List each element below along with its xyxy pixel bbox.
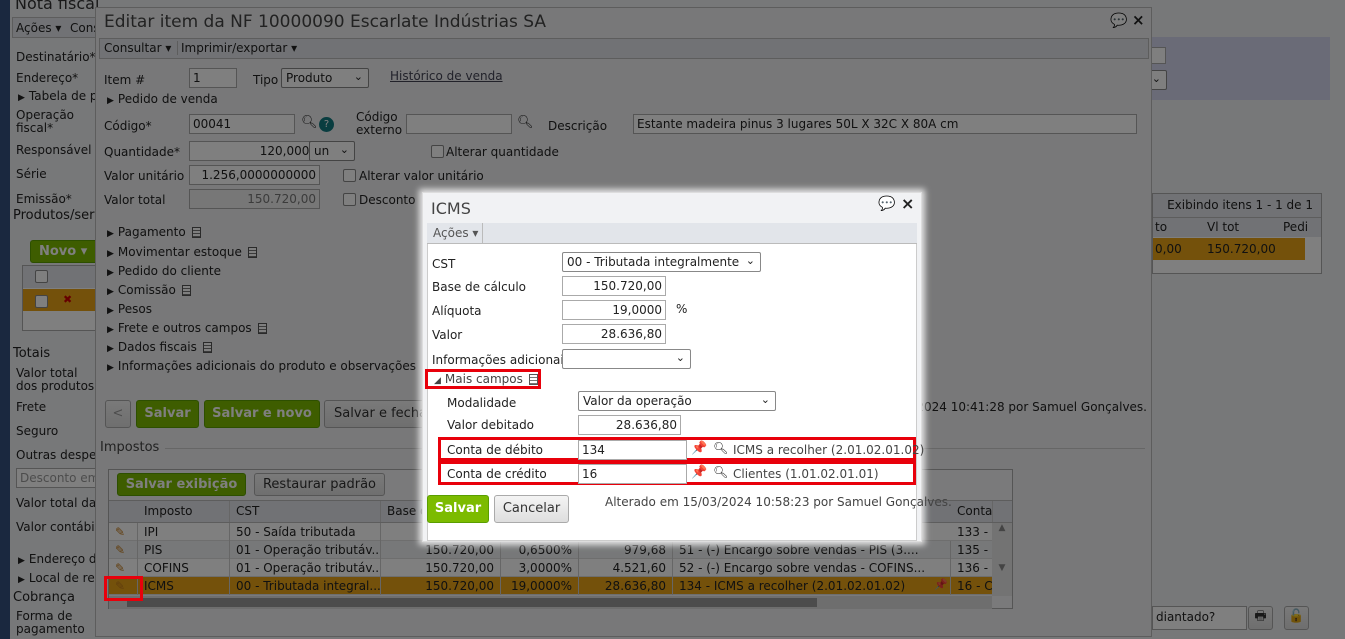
valor-input[interactable]: 28.636,80 <box>562 324 666 344</box>
percent-sign: % <box>676 302 688 316</box>
icms-altered-text: Alterado em 15/03/2024 10:58:23 por Samu… <box>605 495 952 509</box>
cst-select[interactable]: 00 - Tributada integralmente ⌄ <box>562 252 761 272</box>
icms-toolbar <box>427 223 917 244</box>
info-select[interactable]: ⌄ <box>562 349 691 369</box>
icms-title: ICMS <box>431 199 471 218</box>
base-input[interactable]: 150.720,00 <box>562 276 666 296</box>
label-valor-debitado: Valor debitado <box>447 418 535 432</box>
annotation-edit-icms <box>104 576 143 601</box>
conta-credito-input[interactable]: 16 <box>578 464 687 484</box>
label-modalidade: Modalidade <box>447 396 517 410</box>
toggle-mais-campos[interactable]: ◢ Mais campos <box>434 372 538 386</box>
search-icon[interactable]: 🔍︎ <box>713 441 728 455</box>
conta-debito-desc: ICMS a recolher (2.01.02.01.02) <box>733 443 925 457</box>
menu-acoes[interactable]: Ações ▾ <box>427 223 483 244</box>
close-icon[interactable]: × <box>901 194 914 213</box>
label-base: Base de cálculo <box>432 280 527 294</box>
icms-cancel-button[interactable]: Cancelar <box>494 495 569 523</box>
icms-save-button[interactable]: Salvar <box>427 495 489 523</box>
conta-credito-desc: Clientes (1.01.02.01.01) <box>733 467 879 481</box>
label-info: Informações adicionais <box>432 353 570 367</box>
label-aliquota: Alíquota <box>432 304 482 318</box>
label-conta-credito: Conta de crédito <box>447 467 547 481</box>
valor-debitado-input[interactable]: 28.636,80 <box>578 415 681 435</box>
modalidade-select[interactable]: Valor da operação ⌄ <box>578 391 776 411</box>
label-conta-debito: Conta de débito <box>447 443 544 457</box>
search-icon[interactable]: 🔍︎ <box>713 465 728 479</box>
conta-debito-input[interactable]: 134 <box>578 440 687 460</box>
label-cst: CST <box>432 257 456 271</box>
pin-icon[interactable]: 📌 <box>691 441 707 456</box>
pin-icon[interactable]: 📌 <box>691 465 707 480</box>
comment-icon[interactable]: 💬 <box>878 196 895 212</box>
icms-dialog: ICMS 💬 × Ações ▾ CST 00 - Tributada inte… <box>422 192 952 542</box>
aliquota-input[interactable]: 19,0000 <box>562 300 666 320</box>
label-valor: Valor <box>432 328 463 342</box>
